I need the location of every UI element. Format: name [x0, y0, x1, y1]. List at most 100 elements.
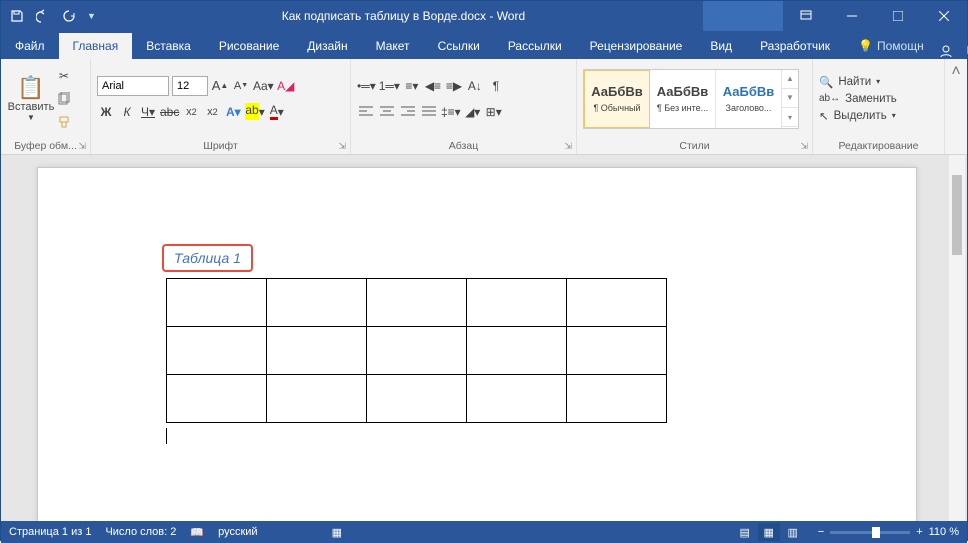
minimize-button[interactable] [829, 1, 875, 31]
print-layout-icon[interactable]: ▦ [758, 523, 780, 541]
title-bar: ▼ Как подписать таблицу в Ворде.docx - W… [1, 1, 967, 31]
tab-file[interactable]: Файл [1, 33, 59, 59]
zoom-out-button[interactable]: − [818, 526, 824, 538]
increase-indent-icon[interactable]: ≡▶ [445, 76, 463, 96]
superscript-button[interactable]: x2 [203, 102, 221, 122]
tab-review[interactable]: Рецензирование [576, 33, 697, 59]
view-buttons: ▤ ▦ ▥ [734, 523, 804, 541]
decrease-indent-icon[interactable]: ◀≡ [424, 76, 442, 96]
italic-button[interactable]: К [118, 102, 136, 122]
group-styles: АаБбВв¶ Обычный АаБбВв¶ Без инте... АаБб… [577, 59, 813, 154]
tell-me[interactable]: 💡 Помощн [844, 33, 938, 59]
group-font: A▲ A▼ Aa▾ A◢ Ж К Ч▾ abc x2 x2 A▾ ab▾ A▾ … [91, 59, 351, 154]
find-button[interactable]: 🔍Найти▾ [819, 75, 897, 89]
document-area: Таблица 1 [1, 155, 967, 521]
style-normal[interactable]: АаБбВв¶ Обычный [584, 70, 650, 128]
ribbon-display-icon[interactable] [783, 1, 829, 31]
web-layout-icon[interactable]: ▥ [782, 523, 804, 541]
spellcheck-icon[interactable]: 📖 [190, 526, 204, 539]
close-button[interactable] [921, 1, 967, 31]
table-caption[interactable]: Таблица 1 [162, 244, 253, 272]
undo-icon[interactable] [35, 8, 51, 24]
save-icon[interactable] [9, 8, 25, 24]
clear-format-icon[interactable]: A◢ [277, 76, 295, 96]
tab-layout[interactable]: Макет [362, 33, 424, 59]
copy-icon[interactable] [55, 89, 73, 109]
lightbulb-icon: 💡 [858, 39, 873, 53]
clipboard-label: Буфер обм...⇲ [1, 138, 90, 154]
underline-button[interactable]: Ч▾ [139, 102, 157, 122]
dialog-launcher-icon[interactable]: ⇲ [338, 141, 346, 152]
redo-icon[interactable] [61, 8, 77, 24]
document-table[interactable] [166, 278, 667, 423]
dialog-launcher-icon[interactable]: ⇲ [800, 141, 808, 152]
clipboard-icon: 📋 [17, 75, 44, 101]
format-painter-icon[interactable] [55, 112, 73, 132]
cut-icon[interactable]: ✂ [55, 66, 73, 86]
subscript-button[interactable]: x2 [182, 102, 200, 122]
paste-label: Вставить [8, 101, 55, 113]
zoom-slider[interactable] [830, 531, 910, 534]
show-marks-icon[interactable]: ¶ [487, 76, 505, 96]
replace-button[interactable]: ab↔Заменить [819, 93, 897, 105]
vertical-scrollbar[interactable] [949, 155, 965, 521]
strike-button[interactable]: abc [160, 102, 179, 122]
macro-icon[interactable]: ▦ [332, 526, 342, 539]
justify-icon[interactable] [420, 102, 438, 122]
tab-home[interactable]: Главная [59, 33, 133, 59]
shading-icon[interactable]: ◢▾ [464, 102, 482, 122]
account-placeholder [703, 1, 783, 31]
qat-dropdown-icon[interactable]: ▼ [87, 11, 96, 21]
font-name-input[interactable] [97, 76, 169, 96]
word-count[interactable]: Число слов: 2 [105, 526, 176, 538]
styles-scroll[interactable]: ▲▼▾ [782, 70, 798, 128]
style-no-spacing[interactable]: АаБбВв¶ Без инте... [650, 70, 716, 128]
align-center-icon[interactable] [378, 102, 396, 122]
zoom-in-button[interactable]: + [916, 526, 922, 538]
tab-mailings[interactable]: Рассылки [494, 33, 576, 59]
page-indicator[interactable]: Страница 1 из 1 [9, 526, 91, 538]
tab-developer[interactable]: Разработчик [746, 33, 844, 59]
maximize-button[interactable] [875, 1, 921, 31]
multilevel-icon[interactable]: ≡▾ [403, 76, 421, 96]
tab-draw[interactable]: Рисование [205, 33, 293, 59]
grow-font-icon[interactable]: A▲ [211, 76, 229, 96]
tab-insert[interactable]: Вставка [132, 33, 205, 59]
tab-view[interactable]: Вид [696, 33, 746, 59]
collapse-ribbon-icon[interactable]: ˄ [945, 59, 967, 154]
line-spacing-icon[interactable]: ‡≡▾ [441, 102, 461, 122]
paste-button[interactable]: 📋 Вставить ▼ [7, 75, 55, 122]
borders-icon[interactable]: ⊞▾ [485, 102, 503, 122]
sort-icon[interactable]: A↓ [466, 76, 484, 96]
zoom-level[interactable]: 110 % [929, 526, 959, 538]
dialog-launcher-icon[interactable]: ⇲ [78, 141, 86, 152]
tab-references[interactable]: Ссылки [424, 33, 494, 59]
language-indicator[interactable]: русский [218, 526, 257, 538]
share-icon[interactable] [938, 43, 954, 59]
group-editing: 🔍Найти▾ ab↔Заменить ↖Выделить▾ Редактиро… [813, 59, 945, 154]
bold-button[interactable]: Ж [97, 102, 115, 122]
group-clipboard: 📋 Вставить ▼ ✂ Буфер обм...⇲ [1, 59, 91, 154]
quick-access-toolbar: ▼ [1, 8, 104, 24]
style-heading[interactable]: АаБбВвЗаголово... [716, 70, 782, 128]
styles-label: Стили⇲ [577, 138, 812, 154]
highlight-icon[interactable]: ab▾ [245, 102, 264, 122]
change-case-icon[interactable]: Aa▾ [253, 76, 274, 96]
font-size-input[interactable] [172, 76, 208, 96]
tab-design[interactable]: Дизайн [293, 33, 361, 59]
select-button[interactable]: ↖Выделить▾ [819, 109, 897, 123]
bullets-icon[interactable]: •═▾ [357, 76, 376, 96]
page[interactable]: Таблица 1 [37, 167, 917, 521]
text-effects-icon[interactable]: A▾ [224, 102, 242, 122]
numbering-icon[interactable]: 1═▾ [379, 76, 400, 96]
font-color-icon[interactable]: A▾ [268, 102, 286, 122]
align-left-icon[interactable] [357, 102, 375, 122]
read-mode-icon[interactable]: ▤ [734, 523, 756, 541]
dialog-launcher-icon[interactable]: ⇲ [564, 141, 572, 152]
scrollbar-thumb[interactable] [952, 175, 962, 255]
window-controls [703, 1, 967, 31]
shrink-font-icon[interactable]: A▼ [232, 76, 250, 96]
tell-me-label: Помощн [877, 39, 924, 53]
align-right-icon[interactable] [399, 102, 417, 122]
ribbon: 📋 Вставить ▼ ✂ Буфер обм...⇲ A▲ A▼ Aa▾ A… [1, 59, 967, 155]
